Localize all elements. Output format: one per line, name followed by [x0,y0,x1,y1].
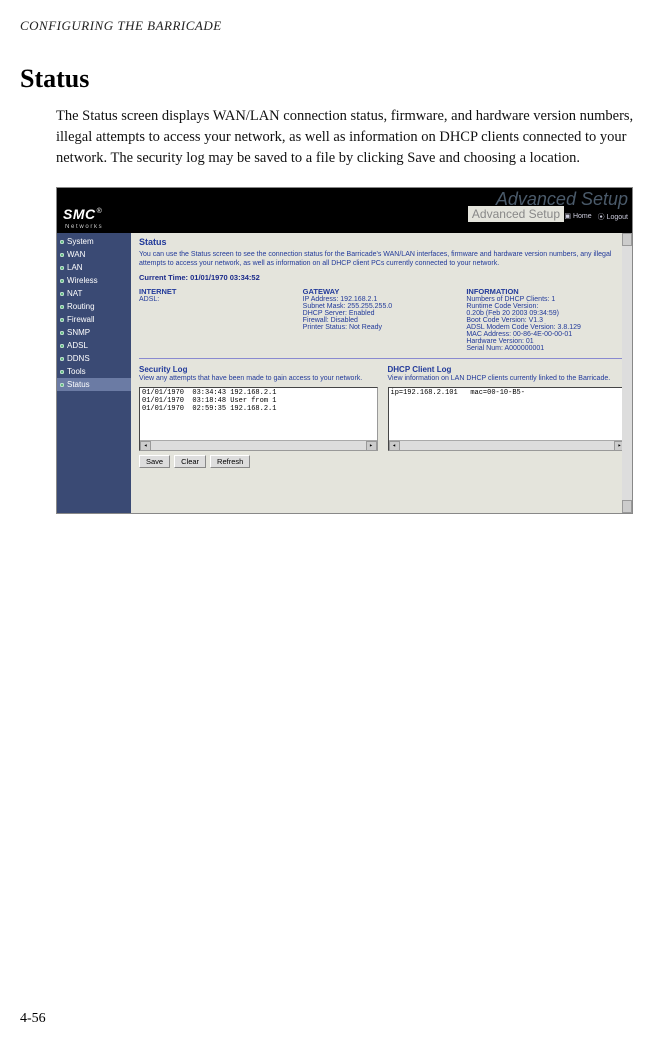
info-columns: INTERNET ADSL: GATEWAY IP Address: 192.1… [139,287,626,352]
security-log-column: Security Log View any attempts that have… [139,365,378,468]
scroll-left-icon[interactable]: ◂ [389,441,400,451]
dhcp-log-column: DHCP Client Log View information on LAN … [388,365,627,468]
scrollbar-horizontal[interactable]: ◂▸ [389,440,626,450]
sidebar-item-status[interactable]: Status [57,378,131,391]
log-columns: Security Log View any attempts that have… [139,365,626,468]
scroll-right-icon[interactable]: ▸ [366,441,377,451]
main-scrollbar-vertical[interactable] [622,233,632,513]
internet-line: ADSL: [139,296,299,303]
sidebar-item-lan[interactable]: LAN [57,261,131,274]
dhcp-log-title: DHCP Client Log [388,365,627,374]
sidebar-item-routing[interactable]: Routing [57,300,131,313]
log-buttons: Save Clear Refresh [139,455,378,468]
sidebar: System WAN LAN Wireless NAT Routing Fire… [57,233,131,513]
brand-text: SMC [63,206,96,222]
section-divider [139,358,624,359]
sidebar-item-firewall[interactable]: Firewall [57,313,131,326]
security-log-content: 01/01/1970 03:34:43 192.168.2.1 01/01/19… [142,389,276,413]
security-log-box[interactable]: 01/01/1970 03:34:43 192.168.2.1 01/01/19… [139,387,378,451]
info-line: ADSL Modem Code Version: 3.8.129 [466,324,626,331]
info-line: Hardware Version: 01 [466,338,626,345]
info-line: MAC Address: 00-86-4E-00-00-01 [466,331,626,338]
section-title: Status [0,34,649,102]
scroll-left-icon[interactable]: ◂ [140,441,151,451]
info-line: Serial Num: A000000001 [466,345,626,352]
information-header: INFORMATION [466,287,626,296]
gateway-header: GATEWAY [303,287,463,296]
brand-registered: ® [97,208,102,215]
gateway-line: IP Address: 192.168.2.1 [303,296,463,303]
sidebar-item-nat[interactable]: NAT [57,287,131,300]
internet-header: INTERNET [139,287,299,296]
logout-link[interactable]: ⦿ Logout [598,212,628,222]
gateway-column: GATEWAY IP Address: 192.168.2.1 Subnet M… [303,287,463,352]
dhcp-log-desc: View information on LAN DHCP clients cur… [388,375,627,384]
current-time: Current Time: 01/01/1970 03:34:52 [139,273,626,282]
info-line: 0.20b (Feb 20 2003 09:34:59) [466,310,626,317]
sidebar-item-snmp[interactable]: SNMP [57,326,131,339]
info-line: Runtime Code Version: [466,303,626,310]
internet-column: INTERNET ADSL: [139,287,299,352]
app-body: System WAN LAN Wireless NAT Routing Fire… [57,233,632,513]
info-line: Numbers of DHCP Clients: 1 [466,296,626,303]
security-log-title: Security Log [139,365,378,374]
refresh-button[interactable]: Refresh [210,455,250,468]
gateway-line: Subnet Mask: 255.255.255.0 [303,303,463,310]
gateway-line: DHCP Server: Enabled [303,310,463,317]
main-description: You can use the Status screen to see the… [139,250,626,268]
sidebar-item-wan[interactable]: WAN [57,248,131,261]
dhcp-log-box[interactable]: ip=192.168.2.101 mac=00-10-B5- ◂▸ [388,387,627,451]
logout-link-label: Logout [607,214,628,221]
embedded-screenshot: SMC ® Advanced Setup Advanced Setup ▣ Ho… [56,187,633,514]
scroll-down-icon[interactable] [622,500,632,513]
sidebar-item-tools[interactable]: Tools [57,365,131,378]
clear-button[interactable]: Clear [174,455,206,468]
body-paragraph: The Status screen displays WAN/LAN conne… [0,102,649,169]
sidebar-item-system[interactable]: System [57,235,131,248]
sidebar-item-wireless[interactable]: Wireless [57,274,131,287]
scroll-up-icon[interactable] [622,233,632,246]
home-link[interactable]: ▣ Home [564,212,591,222]
sidebar-item-adsl[interactable]: ADSL [57,339,131,352]
save-button[interactable]: Save [139,455,170,468]
top-links: ▣ Home ⦿ Logout [564,212,628,222]
page-number: 4-56 [20,1011,46,1027]
information-column: INFORMATION Numbers of DHCP Clients: 1 R… [466,287,626,352]
running-head: CONFIGURING THE BARRICADE [0,0,649,34]
advanced-setup-label: Advanced Setup [468,206,564,222]
home-link-label: Home [573,213,592,220]
brand-logo: SMC ® [63,206,102,222]
main-panel: Status You can use the Status screen to … [131,233,632,513]
app-topbar: SMC ® Advanced Setup Advanced Setup ▣ Ho… [57,188,632,224]
info-line: Boot Code Version: V1.3 [466,317,626,324]
security-log-desc: View any attempts that have been made to… [139,375,378,384]
scrollbar-horizontal[interactable]: ◂▸ [140,440,377,450]
dhcp-log-content: ip=192.168.2.101 mac=00-10-B5- [391,389,525,397]
gateway-line: Firewall: Disabled [303,317,463,324]
gateway-line: Printer Status: Not Ready [303,324,463,331]
sidebar-item-ddns[interactable]: DDNS [57,352,131,365]
main-title: Status [139,237,626,247]
